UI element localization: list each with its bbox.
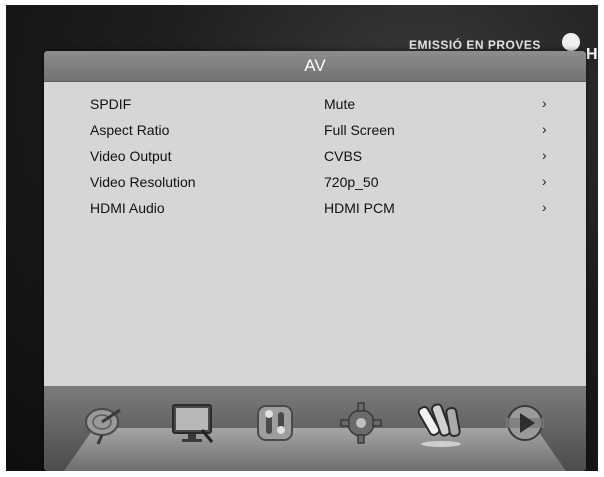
- setting-label: Video Resolution: [90, 174, 196, 190]
- dock-item-installation[interactable]: [80, 398, 130, 448]
- setting-label: Aspect Ratio: [90, 122, 170, 138]
- dock-item-picture[interactable]: [168, 398, 218, 448]
- av-settings-dialog: AV SPDIF Mute › Aspect Ratio Full Screen…: [44, 51, 586, 471]
- tv-monitor-icon: [172, 404, 214, 443]
- gear-icon: [340, 402, 382, 444]
- dialog-title: AV: [304, 56, 326, 75]
- hd-badge-icon: [562, 33, 580, 51]
- satellite-dish-icon: [85, 408, 121, 445]
- chevron-right-icon: ›: [542, 173, 547, 189]
- setting-row-hdmi-audio[interactable]: HDMI Audio HDMI PCM ›: [44, 195, 586, 221]
- chevron-right-icon: ›: [542, 199, 547, 215]
- tv-screen: EMISSIÓ EN PROVES HD AV SPDIF Mute › Asp…: [6, 5, 598, 471]
- setting-value: 720p_50: [324, 174, 379, 190]
- menu-dock: [44, 386, 586, 471]
- dock-item-tools[interactable]: [250, 398, 300, 448]
- chevron-right-icon: ›: [542, 95, 547, 111]
- dock-item-system[interactable]: [336, 398, 386, 448]
- setting-row-spdif[interactable]: SPDIF Mute ›: [44, 91, 586, 117]
- setting-label: Video Output: [90, 148, 172, 164]
- setting-value: Mute: [324, 96, 356, 112]
- dock-item-media[interactable]: [500, 398, 550, 448]
- setting-value: HDMI PCM: [324, 200, 395, 216]
- setting-row-video-resolution[interactable]: Video Resolution 720p_50 ›: [44, 169, 586, 195]
- setting-value: CVBS: [324, 148, 363, 164]
- dock-item-av-selected[interactable]: [416, 398, 466, 448]
- settings-list: SPDIF Mute › Aspect Ratio Full Screen › …: [44, 91, 586, 221]
- setting-value: Full Screen: [324, 122, 395, 138]
- media-play-icon: [506, 405, 544, 441]
- setting-row-aspect-ratio[interactable]: Aspect Ratio Full Screen ›: [44, 117, 586, 143]
- dock-floor: [64, 428, 566, 471]
- title-bar: AV: [44, 51, 586, 82]
- setting-label: SPDIF: [90, 96, 132, 112]
- hd-label: HD: [586, 46, 598, 63]
- chevron-right-icon: ›: [542, 121, 547, 137]
- chevron-right-icon: ›: [542, 147, 547, 163]
- setting-label: HDMI Audio: [90, 200, 165, 216]
- av-cables-icon: [417, 403, 461, 447]
- setting-row-video-output[interactable]: Video Output CVBS ›: [44, 143, 586, 169]
- tools-icon: [257, 405, 293, 441]
- background-banner-text: EMISSIÓ EN PROVES: [409, 38, 541, 52]
